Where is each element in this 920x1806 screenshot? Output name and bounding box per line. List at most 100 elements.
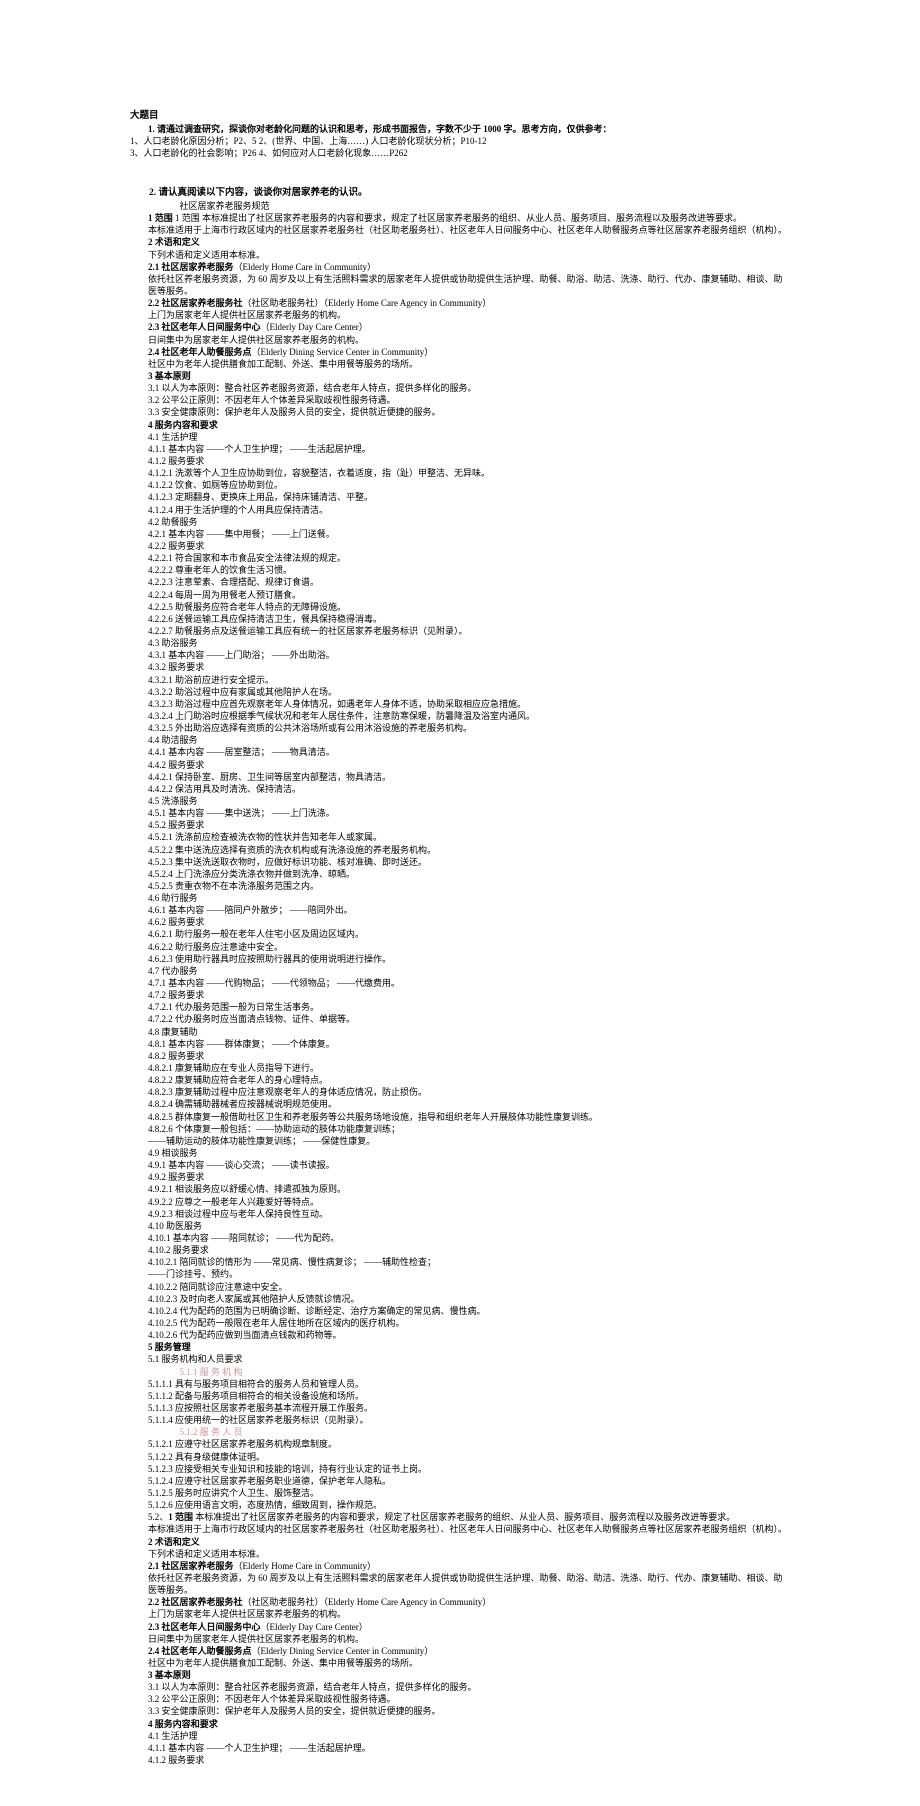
sec-2-4-rep: 2.4 社区老年人助餐服务点（Elderly Dining Service Ce…	[130, 1645, 790, 1657]
l-4421: 4.4.2.1 保持卧室、厨房、卫生间等居室内部整洁，物具清洁。	[130, 771, 790, 783]
l-422: 4.2.2 服务要求	[130, 540, 790, 552]
l-41026: 4.10.2.6 代为配药应做到当面清点钱款和药物等。	[130, 1329, 790, 1341]
l-4101: 4.10.1 基本内容 ——陪同就诊； ——代为配药。	[130, 1232, 790, 1244]
sec-5-2: 5.2、1 范围 本标准提出了社区居家养老服务的内容和要求，规定了社区居家养老服…	[130, 1511, 790, 1523]
l-4221: 4.2.2.1 符合国家和本市食品安全法律法规的规定。	[130, 552, 790, 564]
sec-4-1: 4.1 生活护理	[130, 431, 790, 443]
l-5123: 5.1.2.3 应接受相关专业知识和技能的培训，持有行业认定的证书上岗。	[130, 1463, 790, 1475]
l-5126: 5.1.2.6 应使用语言文明，态度热情，细致周到，操作规范。	[130, 1499, 790, 1511]
l-4227: 4.2.2.7 助餐服务点及送餐运输工具应有统一的社区居家养老服务标识（见附录）…	[130, 625, 790, 637]
l-4824: 4.8.2.4 确需辅助器械者应按器械说明规范使用。	[130, 1098, 790, 1110]
sec-1-range: 1 范围	[148, 213, 173, 223]
sec-4-2: 4.2 助餐服务	[130, 516, 790, 528]
topic-heading: 大题目	[130, 110, 790, 123]
q1-line-a: 1、人口老龄化原因分析；P2、5 2、(世界、中国、上海……) 人口老龄化现状分…	[130, 135, 790, 147]
l-41021b: ——门诊挂号、预约。	[130, 1268, 790, 1280]
l-4321: 4.3.2.1 助浴前应进行安全提示。	[130, 674, 790, 686]
sec-2-3a: 日间集中为居家老年人提供社区居家养老服务的机构。	[130, 334, 790, 346]
l-421: 4.2.1 基本内容 ——集中用餐； ——上门送餐。	[130, 528, 790, 540]
sec-3-2-rep: 3.2 公平公正原则：不因老年人个体差异采取歧视性服务待遇。	[130, 1693, 790, 1705]
l-441: 4.4.1 基本内容 ——居室整洁； ——物具清洁。	[130, 746, 790, 758]
sec-3-rep: 3 基本原则	[130, 1669, 790, 1681]
sec-4-1-2: 4.1.2 服务要求	[130, 455, 790, 467]
l-4822: 4.8.2.2 康复辅助应符合老年人的身心理特点。	[130, 1074, 790, 1086]
l-41024: 4.10.2.4 代为配药的范围为已明确诊断、诊断经定、治疗方案确定的常见病、慢…	[130, 1305, 790, 1317]
sec-1-text: 1 范围 本标准提出了社区居家养老服务的内容和要求，规定了社区居家养老服务的组织…	[175, 213, 742, 223]
l-4521: 4.5.2.1 洗涤前应检查被洗衣物的性状并告知老年人或家属。	[130, 831, 790, 843]
l-4622: 4.6.2.2 助行服务应注意途中安全。	[130, 941, 790, 953]
l-41025: 4.10.2.5 代为配药一般限在老年人居住地所在区域内的医疗机构。	[130, 1317, 790, 1329]
l-442: 4.4.2 服务要求	[130, 759, 790, 771]
l-4222: 4.2.2.2 尊重老年人的饮食生活习惯。	[130, 564, 790, 576]
l-4826b: ——辅助运动的肢体功能性康复训练； ——保健性康复。	[130, 1135, 790, 1147]
l-4325: 4.3.2.5 外出助浴应选择有资质的公共沐浴场所或有公用沐浴设施的养老服务机构…	[130, 722, 790, 734]
q1-line-b: 3、人口老龄化的社会影响；P26 4、如何应对人口老龄化现象……P262	[130, 147, 790, 159]
l-4422: 4.4.2.2 保洁用具及时清洗、保持清洁。	[130, 783, 790, 795]
sec-4-10: 4.10 助医服务	[130, 1220, 790, 1232]
l-452: 4.5.2 服务要求	[130, 819, 790, 831]
l-461: 4.6.1 基本内容 ——陪同户外散步； ——陪同外出。	[130, 904, 790, 916]
question-1: 1. 请通过调查研究，探谈你对老龄化问题的认识和思考，形成书面报告，字数不少于 …	[130, 123, 790, 135]
l-4524: 4.5.2.4 上门洗涤应分类洗涤衣物并做到洗净、晾晒。	[130, 868, 790, 880]
l-4323: 4.3.2.3 助浴过程中应首先观察老年人身体情况，如遇老年人身体不适，协助采取…	[130, 698, 790, 710]
l-471: 4.7.1 基本内容 ——代购物品； ——代领物品； ——代缴费用。	[130, 977, 790, 989]
l-4225: 4.2.2.5 助餐服务应符合老年人特点的无障碍设施。	[130, 601, 790, 613]
sec-2-1-rep: 2.1 社区居家养老服务（Elderly Home Care in Commun…	[130, 1560, 790, 1572]
sec-4-5: 4.5 洗涤服务	[130, 795, 790, 807]
sec-3-1-rep: 3.1 以人为本原则：整合社区养老服务资源，结合老年人特点，提供多样化的服务。	[130, 1681, 790, 1693]
sec-2: 2 术语和定义	[130, 236, 790, 248]
sec-5-1-1: 5.1.1 服 务 机 构	[130, 1366, 790, 1378]
sec-4-3: 4.3 助浴服务	[130, 637, 790, 649]
l-491: 4.9.1 基本内容 ——谈心交流； ——读书读报。	[130, 1159, 790, 1171]
l-462: 4.6.2 服务要求	[130, 916, 790, 928]
l-4623: 4.6.2.3 使用助行器具时应按照助行器具的使用说明进行操作。	[130, 953, 790, 965]
sec-2-1a-rep: 依托社区养老服务资源，为 60 周岁及以上有生活照料需求的居家老年人提供或协助提…	[130, 1572, 790, 1596]
l-41022: 4.10.2.2 陪同就诊应注意途中安全。	[130, 1281, 790, 1293]
sec-4-rep: 4 服务内容和要求	[130, 1718, 790, 1730]
l-4123: 4.1.2.3 定期翻身、更换床上用品，保持床铺清洁、平整。	[130, 491, 790, 503]
sec-4-7: 4.7 代办服务	[130, 965, 790, 977]
l-4124: 4.1.2.4 用于生活护理的个人用具应保持清洁。	[130, 504, 790, 516]
sec-5: 5 服务管理	[130, 1341, 790, 1353]
sec-4-6: 4.6 助行服务	[130, 892, 790, 904]
sec-3: 3 基本原则	[130, 370, 790, 382]
l-4525: 4.5.2.5 贵重衣物不在本洗涤服务范围之内。	[130, 880, 790, 892]
sec-4-4: 4.4 助洁服务	[130, 734, 790, 746]
sec-3-3: 3.3 安全健康原则：保护老年人及服务人员的安全，提供就近便捷的服务。	[130, 406, 790, 418]
sec-1b-rep: 本标准适用于上海市行政区域内的社区居家养老服务社（社区助老服务社）、社区老年人日…	[130, 1523, 790, 1535]
sec-2-1: 2.1 社区居家养老服务（Elderly Home Care in Commun…	[130, 261, 790, 273]
sec-5-1-2: 5.1.2 服 务 人 员	[130, 1426, 790, 1438]
sec-2-4a-rep: 社区中为老年人提供膳食加工配制、外送、集中用餐等服务的场所。	[130, 1657, 790, 1669]
l-5114: 5.1.1.4 应使用统一的社区居家养老服务标识（见附录）。	[130, 1414, 790, 1426]
sec-2a: 下列术语和定义适用本标准。	[130, 249, 790, 261]
l-4121: 4.1.2.1 洗漱等个人卫生应协助到位，容貌整洁，衣着适度，指（趾）甲整洁、无…	[130, 467, 790, 479]
sec-3-2: 3.2 公平公正原则：不因老年人个体差异采取歧视性服务待遇。	[130, 394, 790, 406]
l-5113: 5.1.1.3 应按照社区居家养老服务基本流程开展工作服务。	[130, 1402, 790, 1414]
sec-4: 4 服务内容和要求	[130, 419, 790, 431]
spec-title: 社区居家养老服务规范	[130, 200, 790, 212]
l-4522: 4.5.2.2 集中送洗应选择有资质的洗衣机构或有洗涤设施的养老服务机构。	[130, 844, 790, 856]
sec-1b: 本标准适用于上海市行政区域内的社区居家养老服务社（社区助老服务社）、社区老年人日…	[130, 224, 790, 236]
l-472: 4.7.2 服务要求	[130, 989, 790, 1001]
document-page: 大题目 1. 请通过调查研究，探谈你对老龄化问题的认识和思考，形成书面报告，字数…	[0, 0, 920, 1806]
l-451: 4.5.1 基本内容 ——集中送洗； ——上门洗涤。	[130, 807, 790, 819]
l-481: 4.8.1 基本内容 ——群体康复； ——个体康复。	[130, 1038, 790, 1050]
sec-2-rep: 2 术语和定义	[130, 1536, 790, 1548]
l-482: 4.8.2 服务要求	[130, 1050, 790, 1062]
l-4921: 4.9.2.1 相谈服务应以舒缓心情、排遣孤独为原则。	[130, 1183, 790, 1195]
l-4223: 4.2.2.3 注意荤素、合理搭配、规律订食谱。	[130, 576, 790, 588]
l-4825: 4.8.2.5 群体康复一般借助社区卫生和养老服务等公共服务场地设施，指导和组织…	[130, 1111, 790, 1123]
sec-2-2-rep: 2.2 社区居家养老服务社（社区助老服务社）（Elderly Home Care…	[130, 1596, 790, 1608]
sec-2-4a: 社区中为老年人提供膳食加工配制、外送、集中用餐等服务的场所。	[130, 358, 790, 370]
spacer	[130, 159, 790, 173]
l-5124: 5.1.2.4 应遵守社区居家养老服务职业道德，保护老年人隐私。	[130, 1475, 790, 1487]
sec-2-4: 2.4 社区老年人助餐服务点（Elderly Dining Service Ce…	[130, 346, 790, 358]
l-4826: 4.8.2.6 个体康复一般包括：——协助运动的肢体功能康复训练；	[130, 1123, 790, 1135]
l-4122: 4.1.2.2 饮食、如厕等应协助到位。	[130, 479, 790, 491]
sec-2-2a: 上门为居家老年人提供社区居家养老服务的机构。	[130, 309, 790, 321]
sec-2-3-rep: 2.3 社区老年人日间服务中心（Elderly Day Care Center）	[130, 1621, 790, 1633]
l-4324: 4.3.2.4 上门助浴时应根据季气候状况和老年人居住条件，注意防寒保暖，防暑降…	[130, 710, 790, 722]
sec-2-2a-rep: 上门为居家老年人提供社区居家养老服务的机构。	[130, 1608, 790, 1620]
l-4721: 4.7.2.1 代办服务范围一般为日常生活事务。	[130, 1001, 790, 1013]
sec-4-1-rep: 4.1 生活护理	[130, 1730, 790, 1742]
